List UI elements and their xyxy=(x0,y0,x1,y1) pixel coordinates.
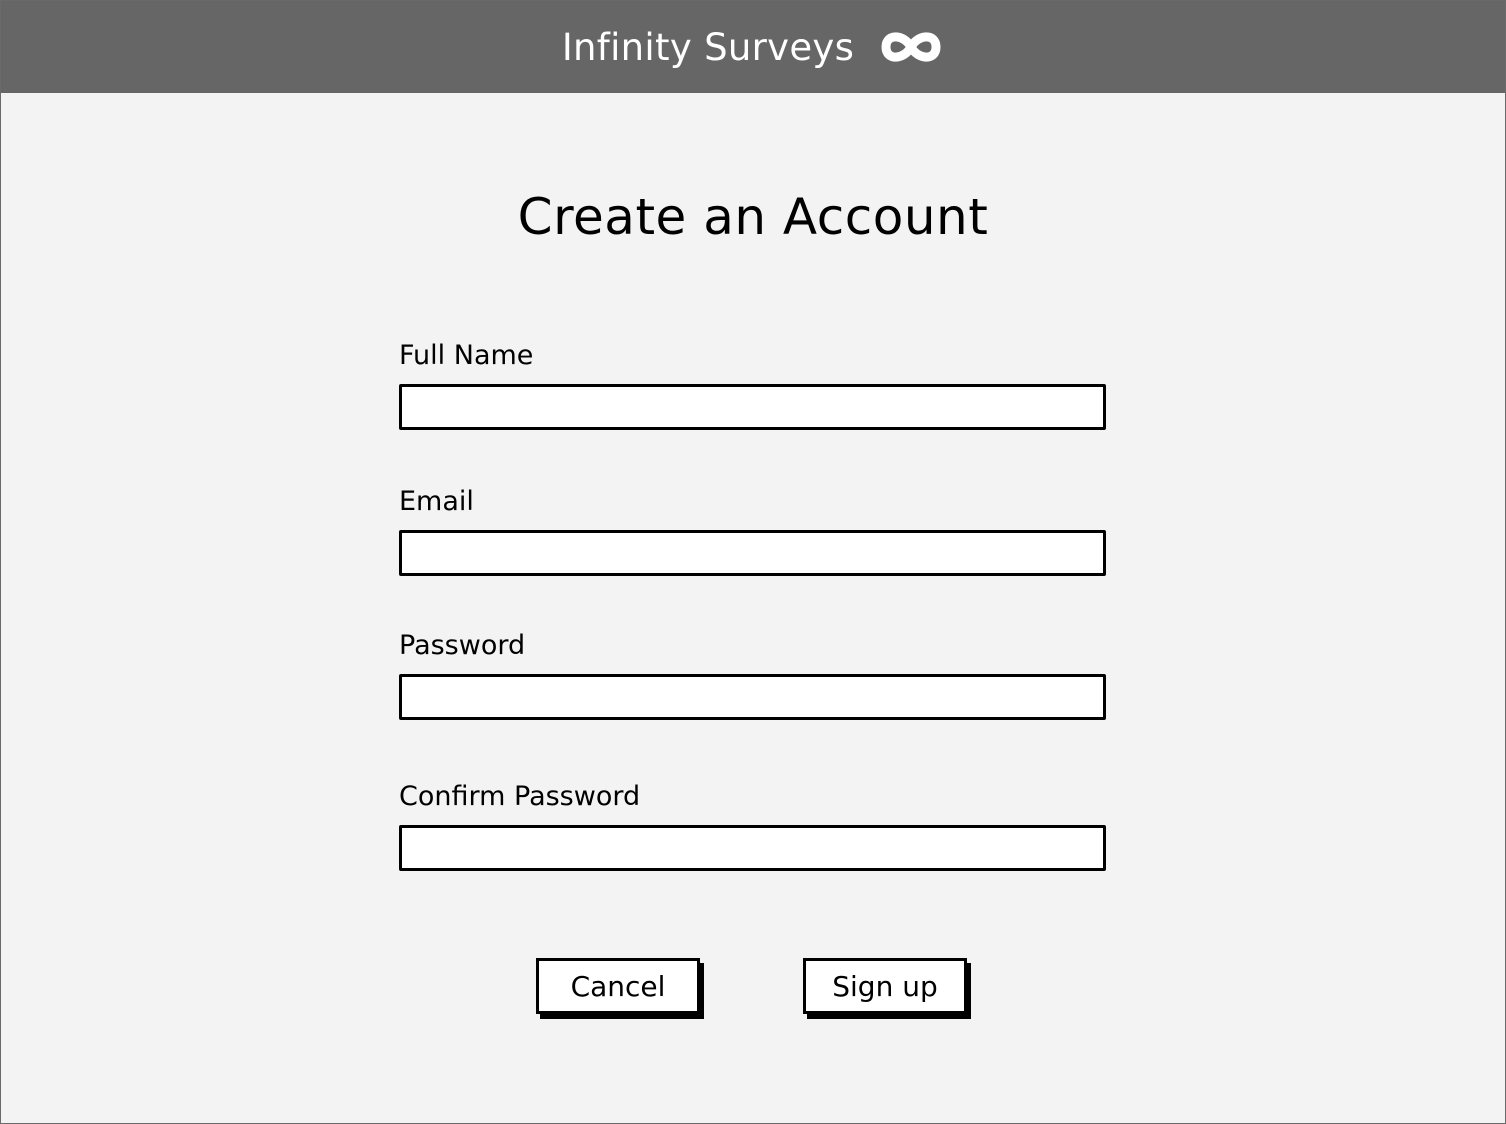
brand-title: Infinity Surveys xyxy=(561,25,855,69)
full-name-label: Full Name xyxy=(399,340,534,371)
confirm-password-label: Confirm Password xyxy=(399,781,641,812)
full-name-input[interactable] xyxy=(399,384,1106,430)
app-header: Infinity Surveys xyxy=(1,1,1505,93)
email-label: Email xyxy=(399,486,474,517)
sign-up-button[interactable]: Sign up xyxy=(803,958,967,1014)
email-input[interactable] xyxy=(399,530,1106,576)
cancel-button[interactable]: Cancel xyxy=(536,958,700,1014)
confirm-password-input[interactable] xyxy=(399,825,1106,871)
page-title: Create an Account xyxy=(517,188,989,246)
password-label: Password xyxy=(399,630,526,661)
password-input[interactable] xyxy=(399,674,1106,720)
infinity-icon xyxy=(881,32,941,62)
